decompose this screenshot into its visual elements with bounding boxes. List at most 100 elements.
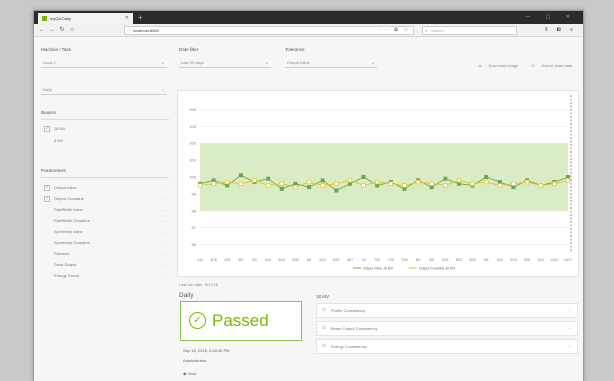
info-icon: ⓘ [127,28,131,33]
data-point [538,183,543,188]
chevron-down-icon[interactable]: ⌄ [164,183,167,192]
checkbox[interactable]: ✓ [44,184,50,191]
check-row[interactable]: ⊙ Energy Consistency ⌄ [316,339,578,354]
chevron-down-icon[interactable]: ⌄ [164,238,167,247]
x-tick-label: 9/5 [484,258,489,262]
chevron-down-icon[interactable]: ⌄ [164,216,167,225]
chevron-down-icon: ⌄ [160,87,165,93]
search-input[interactable]: ⌕ Search [422,26,517,35]
checkbox[interactable] [44,218,50,224]
tolerance-select[interactable]: Output Inline ⌄ [285,58,377,68]
parameter-option[interactable]: Flat/Width Inline ⌄ [44,205,167,214]
reload-icon[interactable]: ↻ [59,27,65,33]
chevron-down-icon[interactable]: ⌄ [164,205,167,214]
view-label: View [187,371,197,376]
x-tick-label: 7/25 [401,258,407,262]
parameter-option[interactable]: Dose Output ⌄ [44,260,167,269]
export-label: Export chart data [541,63,573,68]
parameter-option[interactable]: Energy Factor ⌄ [44,271,167,280]
parameter-option[interactable]: Symmetry Crossline ⌄ [44,238,167,247]
data-point [320,178,325,183]
parameter-option[interactable]: Flat/Width Crossline ⌄ [44,216,167,225]
window-controls[interactable]: — ▢ ✕ [525,11,577,24]
chevron-down-icon[interactable]: ⌄ [164,249,167,258]
browser-tab[interactable]: myQA Daily ✕ [38,13,133,24]
check-row[interactable]: ⊙ Beam Output Consistency ⌄ [316,321,578,336]
data-point [211,181,216,186]
new-tab-icon[interactable]: + [138,12,143,23]
check-circle-icon: ⊙ [322,343,327,349]
checkbox[interactable] [44,138,50,144]
machine-select-value: Linac 1 [43,60,56,65]
checkbox[interactable] [44,240,50,246]
checkbox[interactable]: ✓ [44,125,50,132]
data-point [347,178,353,183]
date-filter-select[interactable]: Last 30 days ⌄ [179,58,271,68]
toolbar-icons[interactable]: ⫴ ▥ ≡ [545,26,577,35]
check-label: Beam Output Consistency [331,326,378,331]
x-tick-label: 5/23 [279,258,285,262]
download-image-button[interactable]: ⇲ Download image [478,63,524,68]
task-select-value: Daily [43,87,52,92]
machine-select[interactable]: Linac 1 ⌄ [41,58,167,68]
data-point [456,178,462,183]
url-actions-icon[interactable]: ··· ✿ ☆ [380,27,410,34]
checkbox[interactable]: ✓ [44,195,50,202]
nav-bar: ← → ↻ ⌂ ⓘ localhost:8080 ··· ✿ ☆ ⌕ Searc… [34,24,583,37]
parameters-heading: Parameters [41,169,66,174]
chevron-down-icon[interactable]: ⌄ [164,271,167,280]
forward-icon[interactable]: → [49,27,55,33]
parameter-option[interactable]: ✓ Output Crossline ⌄ [44,194,167,203]
last-run-date: Last run date: 9/17/18 [179,282,218,287]
x-tick-label: 8/22 [456,258,462,262]
back-icon[interactable]: ← [39,27,45,33]
checkbox[interactable] [44,229,50,235]
chevron-down-icon[interactable]: ⌄ [164,194,167,203]
x-tick-label: 6/6 [307,258,312,262]
x-tick-label: 7/18 [388,258,394,262]
checkbox[interactable] [44,207,50,213]
x-tick-label: 6/13 [320,258,326,262]
home-icon[interactable]: ⌂ [69,27,75,33]
check-label: Energy Consistency [331,344,367,349]
date-filter-label: Date filter [179,47,199,52]
status-text: Passed [212,311,269,330]
parameter-label: Dose Output [54,262,77,267]
task-select[interactable]: Daily ⌄ [41,85,167,95]
checkbox[interactable] [44,273,50,279]
data-point [388,181,393,186]
check-row[interactable]: ⊙ Profile Consistency ⌄ [316,303,578,318]
data-point [265,183,271,188]
tolerance-label: Tolerance [285,47,305,52]
parameter-option[interactable]: ✓ Output Inline ⌄ [44,183,167,192]
beams-heading: Beams [41,111,56,116]
checkbox[interactable] [44,251,50,257]
export-data-button[interactable]: ⊙ Export chart data [531,63,578,68]
data-point [402,183,407,188]
y-tick-label: 104 [189,107,196,112]
y-tick-label: 96 [192,242,197,247]
beam-option[interactable]: ✓ 18 MV [44,124,66,133]
x-tick-label: 6/27 [347,258,353,262]
data-point [443,176,448,181]
chevron-down-icon[interactable]: ⌄ [164,227,167,236]
browser-window: myQA Daily ✕ + — ▢ ✕ ← → ↻ ⌂ ⓘ localhost… [33,10,584,381]
x-tick-label: 5/9 [252,258,257,262]
beam-option[interactable]: 6 MV [44,136,63,145]
x-tick-label: 5/16 [265,258,271,262]
close-tab-icon[interactable]: ✕ [125,13,129,24]
energy-title: 18 MV [316,294,330,299]
download-label: Download image [488,63,519,68]
checkbox[interactable] [44,262,50,268]
data-point [524,179,530,185]
search-placeholder: Search [431,28,444,33]
view-link[interactable]: ◉ View [183,371,196,376]
parameter-option[interactable]: Flatness ⌄ [44,249,167,258]
data-point [293,184,298,190]
parameter-label: Output Crossline [54,196,84,201]
parameter-option[interactable]: Symmetry Inline ⌄ [44,227,167,236]
parameter-label: Symmetry Inline [54,229,83,234]
chevron-down-icon[interactable]: ⌄ [164,260,167,269]
parameter-label: Symmetry Crossline [54,240,90,245]
url-bar[interactable]: ⓘ localhost:8080 ··· ✿ ☆ [124,26,414,35]
